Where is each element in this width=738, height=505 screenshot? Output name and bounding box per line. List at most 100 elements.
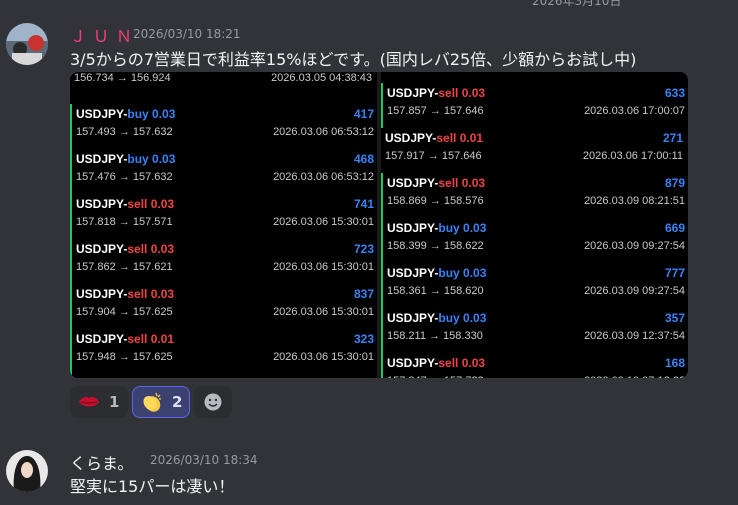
trade-list-left: USDJPY-buy 0.036??156.734 → 156.9242026.…	[70, 72, 377, 378]
trade-row: USDJPY-sell 0.03 633 157.857 → 157.646 2026…	[381, 83, 688, 128]
trade-profit: 168	[664, 356, 685, 370]
trade-side: buy 0.03	[127, 107, 176, 121]
trade-date: 2026.03.06 06:53:12	[273, 171, 374, 183]
trade-row: USDJPY-buy 0.03 417 157.493 → 157.632 2026.…	[70, 104, 379, 149]
trade-prices: 158.399 → 158.622	[387, 240, 484, 252]
trade-row: USDJPY-sell 0.03 741 157.818 → 157.571 2026…	[70, 194, 379, 239]
trade-row: USDJPY-sell 0.03 837 157.904 → 157.625 2026…	[70, 284, 379, 329]
reaction-count: 1	[109, 393, 120, 411]
trade-row: USDJPY-buy 0.03 468 157.476 → 157.632 2026.…	[70, 149, 379, 194]
trade-date: 2026.03.06 17:00:11	[582, 150, 683, 162]
trade-prices: 157.917 → 157.646	[385, 150, 482, 162]
trade-profit: 741	[353, 197, 374, 211]
trade-symbol: USDJPY-	[76, 287, 128, 301]
trade-profit: 633	[664, 86, 685, 100]
trade-profit: 723	[353, 242, 374, 256]
trade-prices: 156.734 → 156.924	[74, 72, 171, 84]
trade-row: USDJPY-sell 0.03 879 158.869 → 158.576 2026…	[381, 173, 688, 218]
trade-symbol: USDJPY-	[387, 311, 439, 325]
trade-prices: 157.818 → 157.571	[76, 216, 173, 228]
trade-title: USDJPY-sell 0.03	[387, 86, 485, 100]
trade-profit: 323	[353, 332, 374, 346]
trade-side: sell 0.03	[127, 287, 175, 301]
trade-symbol: USDJPY-	[76, 197, 128, 211]
message-timestamp: 2026/03/10 18:21	[133, 27, 241, 41]
add-reaction-button[interactable]	[194, 386, 232, 418]
trade-symbol: USDJPY-	[387, 176, 439, 190]
lips-emoji-icon	[79, 397, 99, 407]
trade-profit: 271	[662, 131, 683, 145]
trade-row: USDJPY-sell 0.03 168 157.847 → 157.7?? 2026…	[381, 353, 688, 378]
trade-side: sell 0.01	[436, 131, 484, 145]
trade-title: USDJPY-buy 0.03	[387, 221, 486, 235]
trade-profit: ???	[352, 377, 374, 378]
trade-symbol: USDJPY-	[76, 242, 128, 256]
trade-title: USDJPY-sell 0.03	[76, 377, 174, 378]
message-content: 堅実に15パーは凄い！	[70, 477, 235, 496]
reaction-lips[interactable]: 1	[70, 386, 128, 418]
trade-row: USDJPY-sell 0.03 723 157.862 → 157.621 2026…	[70, 239, 379, 284]
trade-row: USDJPY-sell 0.01 271 157.917 → 157.646 2026…	[381, 128, 688, 173]
trade-side: buy 0.03	[438, 221, 487, 235]
avatar[interactable]	[6, 23, 48, 65]
trade-row: USDJPY-sell 0.03???	[70, 374, 379, 378]
trade-date: 2026.03.06 15:30:01	[273, 216, 374, 228]
trade-profit: 417	[353, 107, 374, 121]
trade-symbol: USDJPY-	[76, 107, 128, 121]
trade-date: 2026.03.05 04:38:43	[271, 72, 372, 84]
trade-side: sell 0.03	[438, 176, 486, 190]
trade-row: USDJPY-sell 0.01 323 157.948 → 157.625 2026…	[70, 329, 379, 374]
trade-prices: 157.493 → 157.632	[76, 126, 173, 138]
trade-symbol: USDJPY-	[76, 332, 128, 346]
trade-row: USDJPY-buy 0.03 777 158.361 → 158.620 2026.…	[381, 263, 688, 308]
reaction-count: 2	[172, 393, 183, 411]
trade-prices: 157.847 → 157.7??	[387, 375, 484, 378]
trade-symbol: USDJPY-	[76, 152, 128, 166]
trade-side: buy 0.03	[438, 266, 487, 280]
trade-prices: 157.857 → 157.646	[387, 105, 484, 117]
trade-row: USDJPY-buy 0.036??156.734 → 156.9242026.…	[70, 72, 377, 95]
trade-date: 2026.03.09 12:37:54	[584, 330, 685, 342]
trade-title: USDJPY-sell 0.03	[76, 197, 174, 211]
trade-date: 2026.03.06 15:30:01	[273, 351, 374, 363]
trade-side: sell 0.03	[438, 86, 486, 100]
trade-date: 2026.03.06 15:30:01	[273, 306, 374, 318]
trade-side: sell 0.03	[127, 197, 175, 211]
trade-date: 2026.03.09 09:27:54	[584, 240, 685, 252]
trade-date: 2026.03.10 07:1?:??	[584, 375, 685, 378]
trade-profit: 669	[664, 221, 685, 235]
message-timestamp: 2026/03/10 18:34	[150, 453, 258, 467]
trade-side: sell 0.01	[127, 332, 175, 346]
trade-list-right: USDJPY-sell 0.03 633 157.857 → 157.646 2026…	[381, 72, 688, 378]
trade-title: USDJPY-sell 0.03	[387, 176, 485, 190]
trade-prices: 158.361 → 158.620	[387, 285, 484, 297]
trade-row: USDJPY-buy 0.03 357 158.211 → 158.330 2026.…	[381, 308, 688, 353]
trade-symbol: USDJPY-	[387, 266, 439, 280]
trade-title: USDJPY-buy 0.03	[76, 152, 175, 166]
clapping-hands-emoji-icon	[143, 392, 161, 412]
trade-symbol: USDJPY-	[387, 86, 439, 100]
trade-profit: 879	[664, 176, 685, 190]
trade-title: USDJPY-buy 0.03	[387, 266, 486, 280]
date-divider: 2026年3月10日	[532, 0, 622, 8]
trade-date: 2026.03.06 06:53:12	[273, 126, 374, 138]
message-author[interactable]: ＪＵＮ	[70, 23, 139, 47]
trade-date: 2026.03.06 15:30:01	[273, 261, 374, 273]
trade-profit: 468	[353, 152, 374, 166]
add-reaction-icon	[204, 393, 222, 411]
trade-prices: 157.476 → 157.632	[76, 171, 173, 183]
message-content: 3/5からの7営業日で利益率15%ほどです。(国内レバ25倍、少額からお試し中)	[70, 50, 637, 69]
image-attachment[interactable]: USDJPY-buy 0.036??156.734 → 156.9242026.…	[70, 72, 688, 378]
trade-date: 2026.03.06 17:00:07	[584, 105, 685, 117]
trade-title: USDJPY-sell 0.03	[76, 287, 174, 301]
trade-symbol: USDJPY-	[385, 131, 437, 145]
trade-prices: 158.869 → 158.576	[387, 195, 484, 207]
trade-side: sell 0.03	[127, 377, 174, 378]
avatar[interactable]	[6, 450, 48, 492]
trade-title: USDJPY-buy 0.03	[387, 311, 486, 325]
trade-prices: 157.862 → 157.621	[76, 261, 173, 273]
trade-date: 2026.03.09 09:27:54	[584, 285, 685, 297]
reaction-clap[interactable]: 2	[132, 386, 190, 418]
message-author[interactable]: くらま。	[70, 450, 133, 474]
trade-profit: 837	[353, 287, 374, 301]
